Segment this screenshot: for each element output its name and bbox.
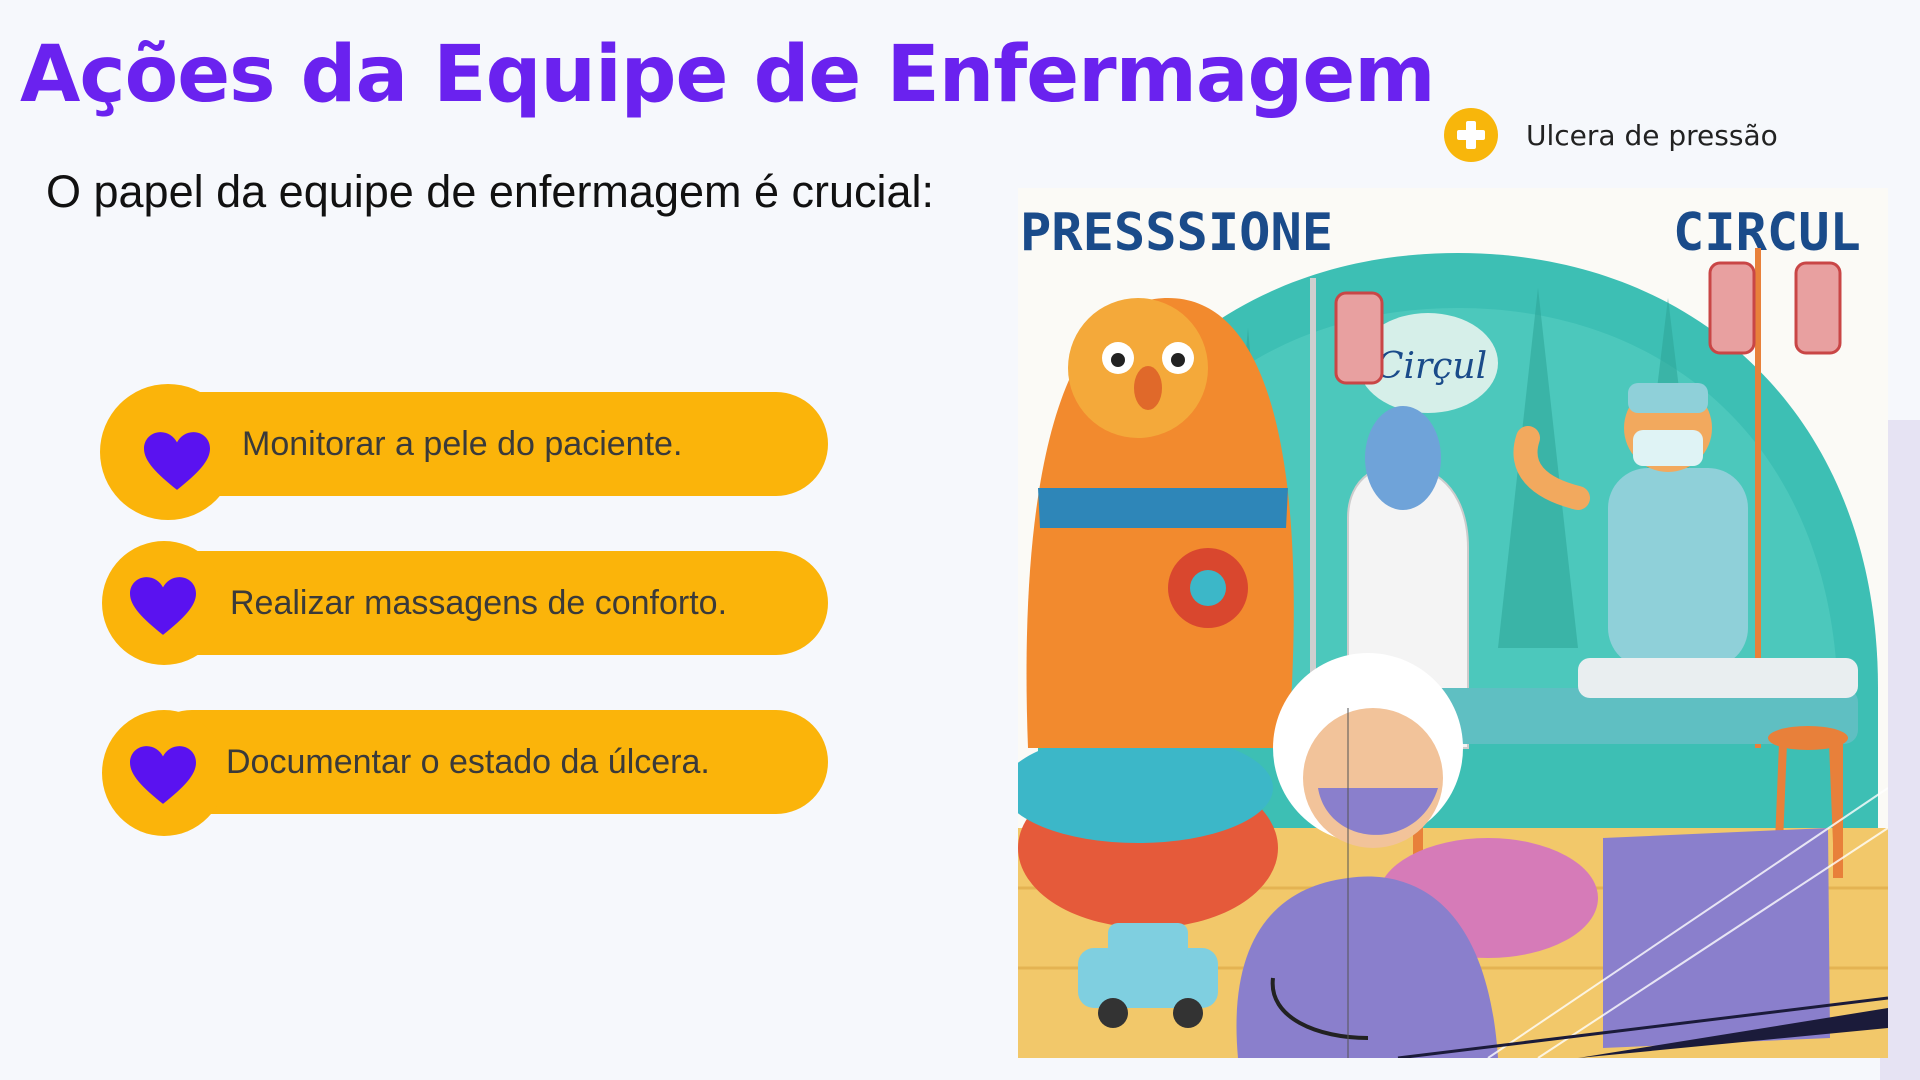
action-label: Realizar massagens de conforto. [230,584,728,622]
action-item: Monitorar a pele do paciente. [100,384,828,520]
slide-subtitle: O papel da equipe de enfermagem é crucia… [46,166,935,217]
nursing-illustration: PRESSSIONE CIRCUL Cirçul [1018,188,1888,1058]
action-label: Documentar o estado da úlcera. [226,743,710,781]
action-item: Realizar massagens de conforto. [100,541,828,665]
plus-circle-icon [1444,108,1498,162]
slide-title: Ações da Equipe de Enfermagem [20,30,1435,120]
illustration-bubble-text: Cirçul [1376,346,1487,387]
topic-badge: Ulcera de pressão [1444,108,1778,162]
topic-badge-label: Ulcera de pressão [1526,118,1778,152]
illustration-text-left: PRESSSIONE [1020,203,1333,263]
action-label: Monitorar a pele do paciente. [242,425,683,463]
slide: Ações da Equipe de Enfermagem O papel da… [0,0,1920,1080]
action-item: Documentar o estado da úlcera. [100,710,828,836]
illustration-text-right: CIRCUL [1673,203,1861,263]
heart-icon [130,746,196,804]
heart-icon [130,577,196,635]
heart-icon [144,432,210,490]
